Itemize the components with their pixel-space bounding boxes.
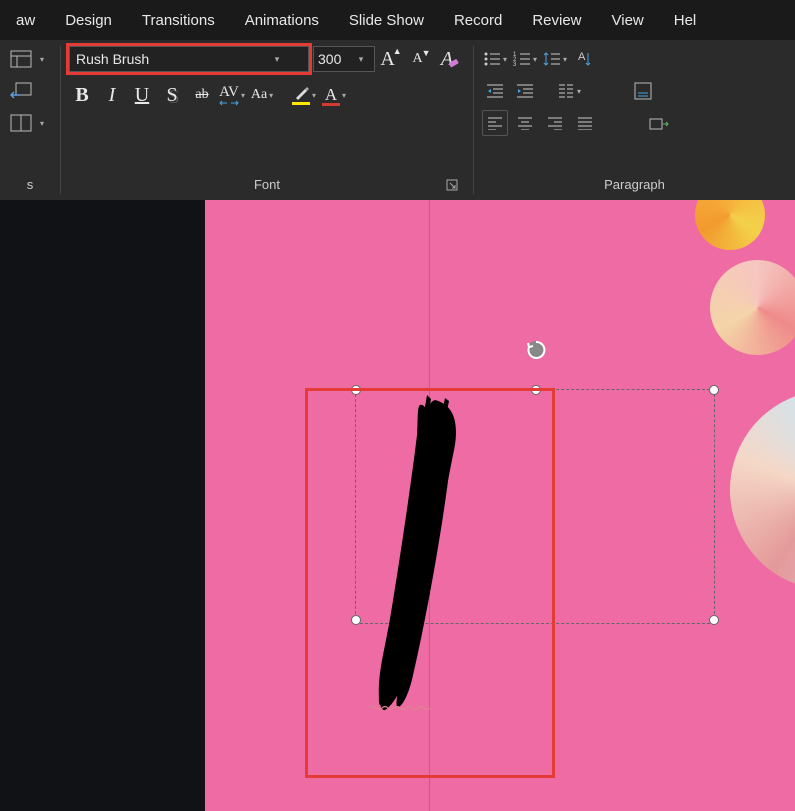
fontcolor-glyph: A [325,85,337,105]
caret-icon: ▾ [533,55,537,64]
arrow-down-icon: ▼ [422,48,431,58]
caret-icon: ▾ [241,91,245,100]
font-color-button[interactable]: A ▾ [321,82,347,108]
spellcheck-squiggle [370,705,435,711]
bold-button[interactable]: B [69,82,95,108]
font-size-input[interactable] [314,47,354,71]
text-highlight-color-button[interactable]: ▾ [291,82,317,108]
tab-help[interactable]: Hel [662,6,709,35]
columns-button[interactable]: ▾ [556,78,582,104]
italic-button[interactable]: I [99,82,125,108]
slide[interactable] [205,200,795,811]
align-right-button[interactable] [542,110,568,136]
gem-circle-orange [695,200,765,250]
group-paragraph: ▾ 123▾ ▾ A ▾ Parag [474,40,795,200]
increase-font-size-button[interactable]: A▲ [379,46,405,72]
resize-handle-ne[interactable] [709,385,719,395]
strike-glyph: ab [195,87,208,103]
caret-icon: ▾ [40,119,44,128]
font-name-input[interactable] [70,47,270,71]
tab-record[interactable]: Record [442,6,514,35]
svg-text:A: A [578,51,586,63]
caret-icon: ▾ [312,91,316,100]
align-center-button[interactable] [512,110,538,136]
caret-icon: ▾ [563,55,567,64]
bold-glyph: B [75,84,88,107]
gem-circle-large [730,390,795,590]
bullets-button[interactable]: ▾ [482,46,508,72]
section-button[interactable] [8,110,34,136]
underline-glyph: U [135,84,149,107]
justify-button[interactable] [572,110,598,136]
paragraph-group-label-text: Paragraph [604,177,665,192]
caret-icon: ▾ [577,87,581,96]
strikethrough-button[interactable]: ab [189,82,215,108]
align-left-button[interactable] [482,110,508,136]
text-direction-button[interactable]: A [572,46,598,72]
group-label-paragraph: Paragraph [482,175,787,196]
change-case-button[interactable]: Aa ▾ [249,82,275,108]
font-dialog-launcher[interactable] [445,178,459,192]
highlight-color-bar [292,102,310,105]
convert-smartart-button[interactable] [646,110,672,136]
tab-animations[interactable]: Animations [233,6,331,35]
ribbon-tabbar: aw Design Transitions Animations Slide S… [0,0,795,40]
decrease-font-size-button[interactable]: A▼ [409,46,435,72]
highlighter-icon [293,85,309,101]
caret-icon: ▾ [342,91,346,100]
av-glyph: AV [219,85,239,100]
caret-icon: ▾ [503,55,507,64]
tab-transitions[interactable]: Transitions [130,6,227,35]
svg-text:3: 3 [513,62,517,67]
font-size-dropdown-icon[interactable]: ▾ [354,47,368,71]
font-name-dropdown-icon[interactable]: ▾ [270,47,284,71]
eraser-icon [449,58,459,68]
caret-icon: ▾ [40,55,44,64]
text-shadow-button[interactable]: S [159,82,185,108]
tab-draw[interactable]: aw [4,6,47,35]
tab-review[interactable]: Review [520,6,593,35]
group-label-font: Font [69,175,465,196]
reset-button[interactable] [8,78,34,104]
ribbon: ▾ ▾ s ▾ [0,40,795,200]
font-size-combobox[interactable]: ▾ [313,46,375,72]
underline-button[interactable]: U [129,82,155,108]
shadow-glyph: S [166,84,177,107]
case-glyph: Aa [251,87,267,103]
arrow-up-icon: ▲ [393,46,402,56]
caret-icon: ▾ [269,91,273,100]
tab-slideshow[interactable]: Slide Show [337,6,436,35]
rotate-handle[interactable] [524,338,548,362]
line-spacing-button[interactable]: ▾ [542,46,568,72]
align-text-button[interactable] [630,78,656,104]
slide-thumbnail-strip[interactable] [0,200,205,811]
brush-stroke-glyph[interactable] [365,395,475,718]
clear-formatting-button[interactable]: A [439,46,465,72]
group-font: ▾ ▾ A▲ A▼ A B I U [61,40,473,200]
editor-canvas [0,200,795,811]
character-spacing-button[interactable]: AV ▾ [219,82,245,108]
layout-button[interactable] [8,46,34,72]
tab-view[interactable]: View [600,6,656,35]
resize-handle-e[interactable] [709,615,719,625]
italic-glyph: I [109,84,116,107]
slide-area[interactable] [205,200,795,811]
group-label-slides-edge: s [8,175,52,196]
font-group-label-text: Font [254,177,280,192]
font-name-combobox[interactable]: ▾ [69,46,309,72]
numbering-button[interactable]: 123▾ [512,46,538,72]
spacing-arrows-icon [219,100,239,106]
increase-indent-button[interactable] [512,78,538,104]
tab-design[interactable]: Design [53,6,124,35]
decrease-indent-button[interactable] [482,78,508,104]
gem-circle-pink [710,260,795,355]
font-color-bar [322,103,340,106]
group-clipboard-edge: ▾ ▾ s [0,40,60,200]
